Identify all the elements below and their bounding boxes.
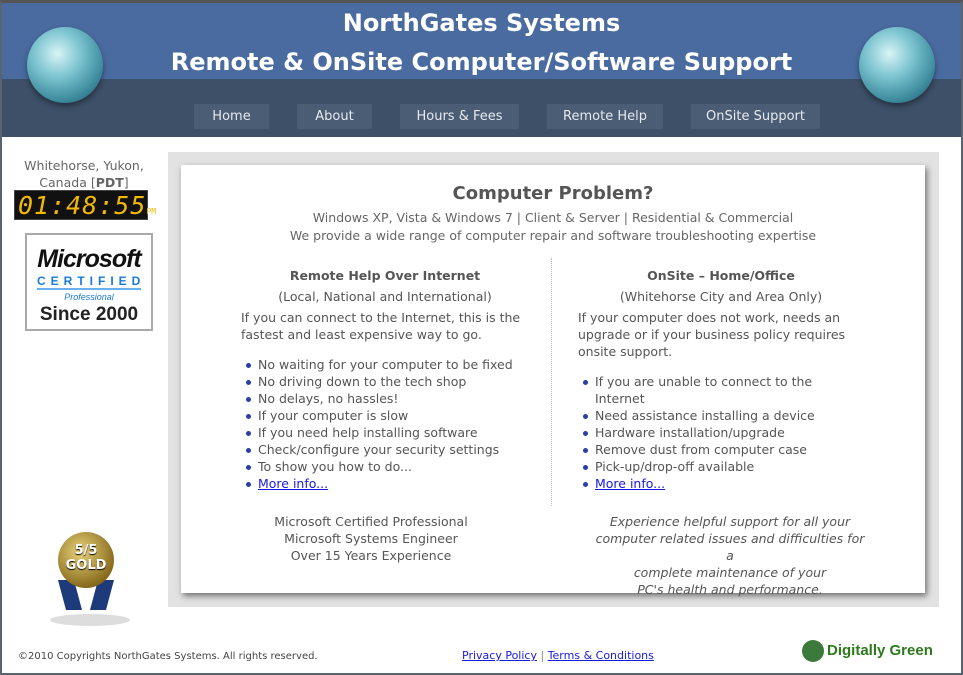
- nav-hours-fees[interactable]: Hours & Fees: [400, 104, 519, 129]
- main-heading: Computer Problem?: [452, 183, 654, 204]
- site-title: NorthGates Systems: [342, 9, 621, 37]
- list-item: No waiting for your computer to be fixed: [244, 356, 529, 373]
- remote-help-column: Remote Help Over Internet (Local, Nation…: [241, 267, 529, 492]
- list-item: No driving down to the tech shop: [244, 373, 529, 390]
- column-divider: [551, 258, 552, 506]
- onsite-intro: If your computer does not work, needs an…: [578, 310, 846, 359]
- list-item: No delays, no hassles!: [244, 390, 529, 407]
- onsite-scope: (Whitehorse City and Area Only): [619, 289, 823, 304]
- nav-about[interactable]: About: [297, 104, 372, 129]
- medal-shadow: [50, 614, 130, 626]
- footer-links: Privacy Policy | Terms & Conditions: [462, 649, 654, 662]
- list-item: If you are unable to connect to the Inte…: [581, 373, 864, 407]
- onsite-column: OnSite – Home/Office (Whitehorse City an…: [578, 267, 864, 492]
- list-item: Check/configure your security settings: [244, 441, 529, 458]
- remote-list: No waiting for your computer to be fixed…: [244, 356, 529, 492]
- list-item: To show you how to do...: [244, 458, 529, 475]
- list-item: If you need help installing software: [244, 424, 529, 441]
- digitally-green-logo: Digitally Green: [802, 640, 933, 662]
- remote-help-title: Remote Help Over Internet: [289, 268, 481, 283]
- gold-medal-badge: 5/5 GOLD: [58, 532, 114, 588]
- copyright: ©2010 Copyrights NorthGates Systems. All…: [18, 651, 318, 662]
- terms-link[interactable]: Terms & Conditions: [548, 649, 654, 662]
- list-item: Remove dust from computer case: [581, 441, 864, 458]
- expertise-line: We provide a wide range of computer repa…: [289, 228, 817, 243]
- nav-onsite-support[interactable]: OnSite Support: [691, 104, 820, 129]
- list-item: If your computer is slow: [244, 407, 529, 424]
- privacy-policy-link[interactable]: Privacy Policy: [462, 649, 537, 662]
- onsite-title: OnSite – Home/Office: [647, 268, 795, 283]
- nav-remote-help[interactable]: Remote Help: [547, 104, 663, 129]
- credentials: Microsoft Certified Professional Microsof…: [274, 514, 468, 563]
- remote-intro: If you can connect to the Internet, this…: [241, 310, 521, 342]
- nav-home[interactable]: Home: [194, 104, 269, 129]
- microsoft-certified-badge: Microsoft CERTIFIED Professional Since 2…: [25, 233, 153, 331]
- location-label: Whitehorse, Yukon, Canada [PDT]: [24, 158, 144, 190]
- onsite-more-info-link[interactable]: More info...: [595, 476, 665, 491]
- list-item: Pick-up/drop-off available: [581, 458, 864, 475]
- recycle-icon: [802, 640, 824, 662]
- list-item: Hardware installation/upgrade: [581, 424, 864, 441]
- list-item: More info...: [244, 475, 529, 492]
- site-subtitle: Remote & OnSite Computer/Software Suppor…: [170, 48, 793, 76]
- digital-clock: 01:48:55PM: [14, 190, 156, 220]
- onsite-list: If you are unable to connect to the Inte…: [581, 373, 864, 492]
- remote-scope: (Local, National and International): [278, 289, 492, 304]
- tagline: Experience helpful support for all your c…: [595, 514, 865, 597]
- platforms-line: Windows XP, Vista & Windows 7 | Client &…: [312, 210, 794, 225]
- list-item: Need assistance installing a device: [581, 407, 864, 424]
- list-item: More info...: [581, 475, 864, 492]
- remote-more-info-link[interactable]: More info...: [258, 476, 328, 491]
